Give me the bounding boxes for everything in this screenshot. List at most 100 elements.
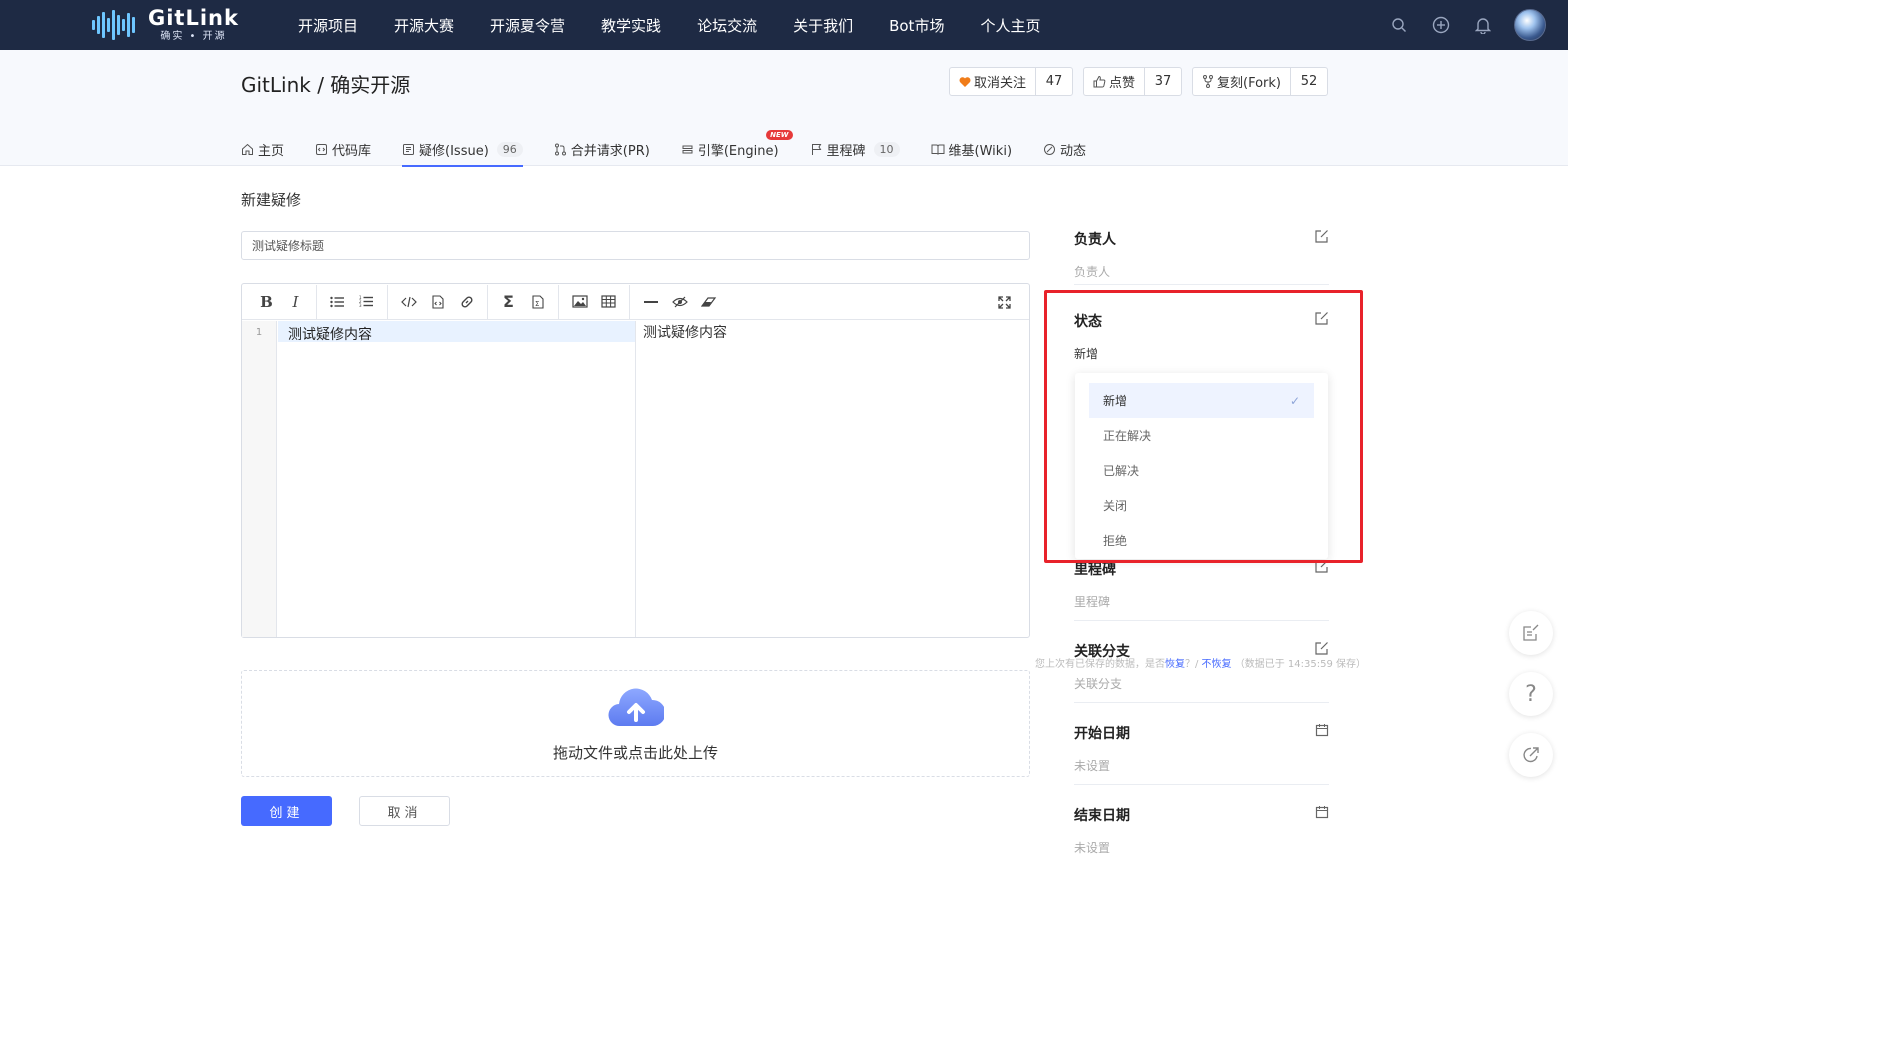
line-number: 1: [242, 321, 277, 637]
svg-text:3: 3: [359, 303, 362, 308]
tab-activity[interactable]: 动态: [1043, 132, 1086, 166]
tab-wiki[interactable]: 维基(Wiki): [931, 132, 1012, 166]
status-option-closed[interactable]: 关闭: [1089, 488, 1314, 523]
calendar-icon[interactable]: [1315, 805, 1329, 819]
book-icon: [931, 144, 945, 155]
code-block-icon[interactable]: [423, 290, 452, 314]
link-icon[interactable]: [452, 290, 481, 314]
tab-issue[interactable]: 疑修(Issue) 96: [402, 132, 523, 167]
svg-text:Σ: Σ: [535, 300, 539, 308]
tab-home[interactable]: 主页: [241, 132, 284, 166]
bullet-list-icon[interactable]: [323, 290, 352, 314]
logo-mark-icon: [92, 8, 144, 42]
option-label: 新增: [1103, 394, 1128, 408]
italic-icon[interactable]: I: [281, 290, 310, 314]
option-label: 已解决: [1103, 464, 1140, 478]
horizontal-rule-icon[interactable]: [636, 290, 665, 314]
table-icon[interactable]: [594, 290, 623, 314]
home-icon: [242, 143, 253, 155]
nav-item-profile[interactable]: 个人主页: [980, 15, 1040, 36]
gitlink-logo[interactable]: GitLink 确实 • 开源: [92, 6, 239, 44]
issue-count-badge: 96: [496, 141, 523, 157]
editor-content[interactable]: 测试疑修内容: [278, 321, 635, 343]
assignee-label: 负责人: [1074, 232, 1116, 248]
nav-item-teaching[interactable]: 教学实践: [601, 15, 661, 36]
edit-icon[interactable]: [1315, 311, 1329, 325]
top-nav: GitLink 确实 • 开源 开源项目 开源大赛 开源夏令营 教学实践 论坛交…: [0, 0, 1568, 50]
status-option-resolved[interactable]: 已解决: [1089, 453, 1314, 488]
milestone-section: 里程碑 里程碑: [1074, 559, 1329, 610]
issue-title-input[interactable]: [241, 231, 1030, 260]
repo-title[interactable]: GitLink / 确实开源: [241, 69, 410, 98]
tab-pull-request[interactable]: 合并请求(PR): [554, 132, 650, 166]
like-button[interactable]: 点赞 37: [1082, 67, 1182, 96]
tab-engine[interactable]: 引擎(Engine) NEW: [681, 130, 793, 166]
code-icon[interactable]: [394, 290, 423, 314]
option-label: 正在解决: [1103, 429, 1152, 443]
flag-icon: [811, 143, 821, 155]
create-button[interactable]: 创建: [241, 796, 332, 826]
main-menu: 开源项目 开源大赛 开源夏令营 教学实践 论坛交流 关于我们 Bot市场 个人主…: [298, 0, 1076, 50]
nav-item-bot-market[interactable]: Bot市场: [889, 15, 944, 36]
code-icon: [316, 143, 328, 155]
status-dropdown: 新增 ✓ 正在解决 已解决 关闭 拒绝: [1075, 373, 1328, 559]
like-label: 点赞: [1108, 76, 1135, 91]
fullscreen-icon[interactable]: [990, 290, 1019, 314]
formula-icon[interactable]: Σ: [494, 290, 523, 314]
assignee-value[interactable]: 负责人: [1074, 263, 1329, 280]
end-date-label: 结束日期: [1074, 808, 1130, 824]
fork-label: 复刻(Fork): [1217, 76, 1281, 91]
heart-icon: [959, 76, 971, 87]
formula-block-icon[interactable]: Σ: [523, 290, 552, 314]
markdown-preview: 测试疑修内容: [643, 325, 727, 341]
status-option-new[interactable]: 新增 ✓: [1089, 383, 1314, 418]
edit-icon[interactable]: [1315, 641, 1329, 655]
like-count[interactable]: 37: [1145, 68, 1181, 95]
branch-value[interactable]: 关联分支: [1074, 675, 1329, 692]
ordered-list-icon[interactable]: 123: [352, 290, 381, 314]
status-option-rejected[interactable]: 拒绝: [1089, 523, 1314, 558]
hide-preview-icon[interactable]: [665, 290, 694, 314]
edit-icon[interactable]: [1315, 229, 1329, 243]
nav-item-forum[interactable]: 论坛交流: [697, 15, 757, 36]
search-icon[interactable]: [1388, 14, 1410, 36]
avatar[interactable]: [1514, 9, 1546, 41]
cancel-button[interactable]: 取消: [359, 796, 450, 826]
edit-icon[interactable]: [1315, 559, 1329, 573]
nav-item-competition[interactable]: 开源大赛: [394, 15, 454, 36]
bold-icon[interactable]: B: [252, 290, 281, 314]
watch-count[interactable]: 47: [1036, 68, 1072, 95]
upload-hint: 拖动文件或点击此处上传: [552, 744, 718, 762]
status-value[interactable]: 新增: [1074, 345, 1329, 362]
fork-count[interactable]: 52: [1291, 68, 1327, 95]
tab-code[interactable]: 代码库: [315, 132, 371, 166]
image-icon[interactable]: [565, 290, 594, 314]
milestone-value[interactable]: 里程碑: [1074, 593, 1329, 610]
repo-header: GitLink / 确实开源 取消关注 47 点赞 37 复刻(Fork) 52: [0, 50, 1568, 167]
feedback-button[interactable]: [1509, 611, 1553, 655]
logo-subtitle: 确实 • 开源: [160, 31, 227, 42]
option-label: 关闭: [1103, 499, 1128, 513]
tab-milestone[interactable]: 里程碑 10: [810, 132, 900, 166]
editor-toolbar: B I 123 Σ Σ: [242, 284, 1029, 320]
branch-section: 关联分支 关联分支: [1074, 641, 1329, 692]
status-option-in-progress[interactable]: 正在解决: [1089, 418, 1314, 453]
eraser-icon[interactable]: [694, 290, 723, 314]
calendar-icon[interactable]: [1315, 723, 1329, 737]
nav-item-summer-camp[interactable]: 开源夏令营: [490, 15, 565, 36]
unwatch-button[interactable]: 取消关注 47: [948, 67, 1073, 96]
markdown-editor: B I 123 Σ Σ 1 测试疑修内容 测试疑修内容: [241, 283, 1030, 638]
end-date-value[interactable]: 未设置: [1074, 839, 1329, 856]
nav-item-projects[interactable]: 开源项目: [298, 15, 358, 36]
thumbs-up-icon: [1093, 75, 1106, 88]
bell-icon[interactable]: [1472, 14, 1494, 36]
new-badge: NEW: [766, 130, 793, 140]
file-upload-dropzone[interactable]: 拖动文件或点击此处上传: [241, 670, 1030, 777]
nav-item-about[interactable]: 关于我们: [793, 15, 853, 36]
add-icon[interactable]: [1430, 14, 1452, 36]
share-button[interactable]: [1509, 733, 1553, 777]
fork-button[interactable]: 复刻(Fork) 52: [1192, 67, 1328, 96]
activity-icon: [1044, 143, 1056, 155]
start-date-value[interactable]: 未设置: [1074, 757, 1329, 774]
help-button[interactable]: ?: [1509, 672, 1553, 716]
